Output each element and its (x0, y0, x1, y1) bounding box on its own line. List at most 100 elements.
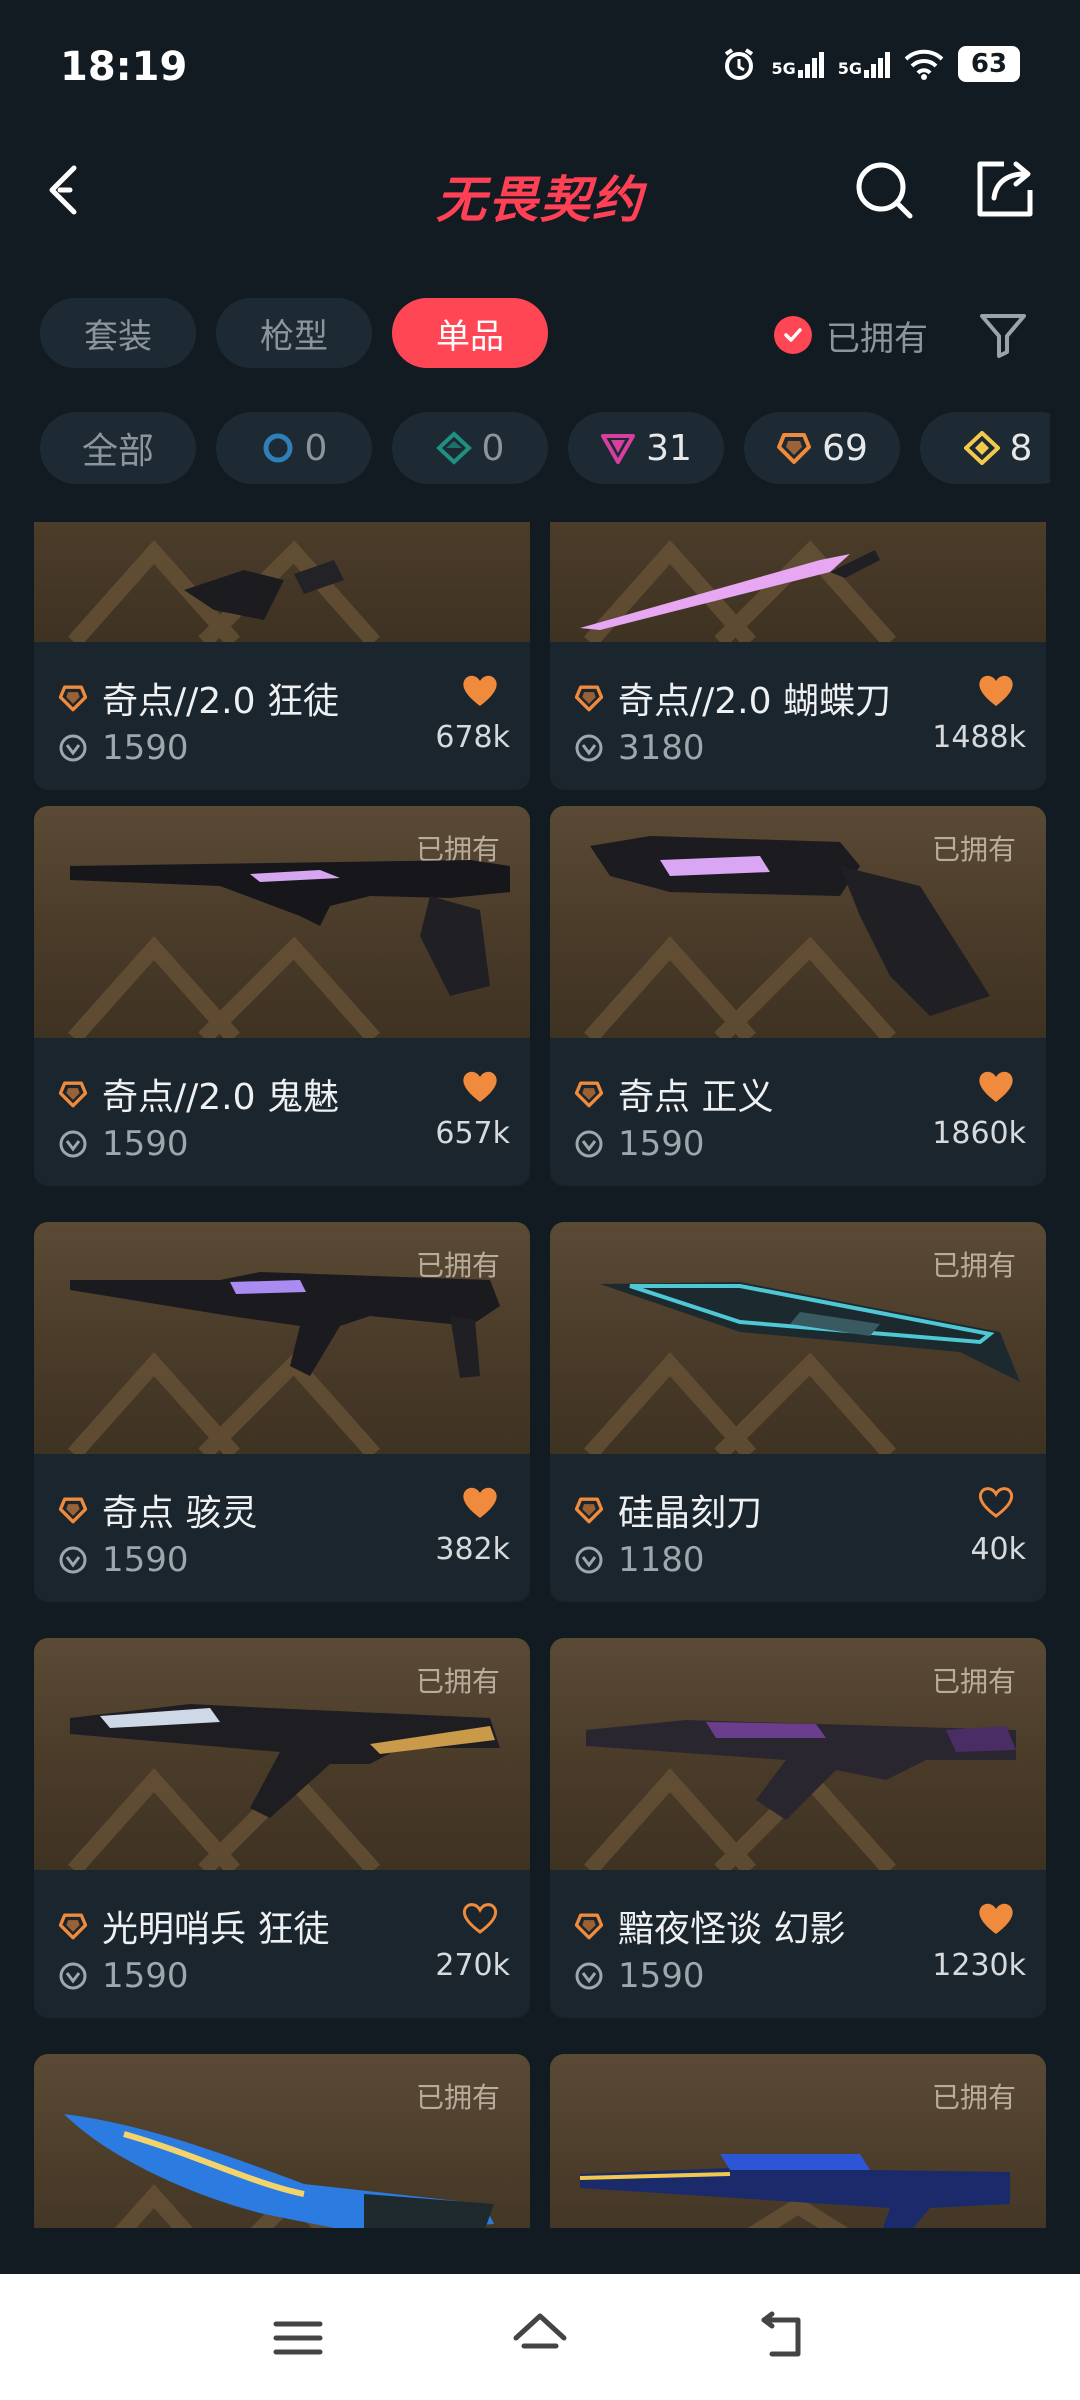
item-image: 已拥有 (550, 806, 1046, 1038)
item-card[interactable]: 奇点//2.0 蝴蝶刀 3180 1488k (550, 522, 1046, 790)
like-count: 657k (435, 1116, 510, 1151)
chip-count: 8 (1009, 427, 1033, 469)
vp-currency-icon (59, 1962, 87, 1990)
item-image (550, 522, 1046, 642)
vp-currency-icon (575, 1962, 603, 1990)
chip-exclusive-tier[interactable]: 69 (744, 412, 900, 484)
item-card[interactable]: 已拥有 奇点//2.0 鬼魅 1590 657k (34, 806, 530, 1186)
heart-filled-icon[interactable] (460, 1068, 500, 1104)
menu-icon[interactable] (268, 2308, 328, 2368)
home-icon[interactable] (510, 2308, 570, 2368)
item-price: 1590 (102, 1540, 189, 1580)
like-count: 678k (435, 720, 510, 755)
owned-filter-toggle[interactable]: 已拥有 (774, 305, 928, 365)
item-price: 1590 (618, 1956, 705, 1996)
premium-tier-icon (601, 434, 636, 464)
chip-deluxe-tier[interactable]: 0 (392, 412, 548, 484)
tab-weapon-types[interactable]: 枪型 (216, 298, 372, 368)
owned-filter-label: 已拥有 (826, 318, 928, 359)
vp-currency-icon (575, 734, 603, 762)
exclusive-tier-icon (58, 1497, 88, 1524)
checkmark-icon (774, 316, 812, 354)
item-price: 3180 (618, 728, 705, 768)
vp-currency-icon (59, 1546, 87, 1574)
heart-filled-icon[interactable] (976, 1068, 1016, 1104)
filter-icon[interactable] (976, 308, 1030, 362)
item-price: 1180 (618, 1540, 705, 1580)
wifi-icon (904, 48, 944, 80)
tab-single-items[interactable]: 单品 (392, 298, 548, 368)
like-count: 1860k (932, 1116, 1026, 1151)
heart-filled-icon[interactable] (976, 1900, 1016, 1936)
heart-outline-icon[interactable] (460, 1900, 500, 1936)
item-name: 奇点 骇灵 (102, 1493, 258, 1534)
chip-count: 31 (646, 427, 692, 469)
vp-currency-icon (59, 734, 87, 762)
chip-count: 0 (481, 427, 505, 469)
item-image: 已拥有 (34, 2054, 530, 2228)
like-count: 1488k (932, 720, 1026, 755)
item-image: 已拥有 (34, 1638, 530, 1870)
exclusive-tier-icon (574, 1913, 604, 1940)
back-nav-icon[interactable] (752, 2308, 812, 2368)
like-count: 382k (435, 1532, 510, 1567)
exclusive-tier-icon (777, 433, 812, 464)
chip-count: 0 (304, 427, 328, 469)
item-price: 1590 (102, 728, 189, 768)
item-image: 已拥有 (34, 806, 530, 1038)
chip-all[interactable]: 全部 (40, 412, 196, 484)
exclusive-tier-icon (574, 1497, 604, 1524)
item-name: 光明哨兵 狂徒 (102, 1909, 330, 1950)
ultra-tier-icon (963, 431, 1000, 465)
exclusive-tier-icon (58, 1081, 88, 1108)
item-card[interactable]: 已拥有 奇点 骇灵 1590 382k (34, 1222, 530, 1602)
page-title: 无畏契约 (436, 171, 644, 229)
item-image: 已拥有 (550, 1222, 1046, 1454)
item-card[interactable]: 已拥有 奇点 正义 1590 1860k (550, 806, 1046, 1186)
item-name: 奇点//2.0 狂徒 (102, 681, 339, 722)
chip-count: 69 (822, 427, 868, 469)
chip-select-tier[interactable]: 0 (216, 412, 372, 484)
rarity-filter-bar: 全部 0 0 31 69 8 (40, 412, 1050, 484)
exclusive-tier-icon (58, 1913, 88, 1940)
category-tabs: 套装 枪型 单品 (40, 298, 548, 368)
item-card[interactable]: 已拥有 (550, 2054, 1046, 2228)
heart-outline-icon[interactable] (976, 1484, 1016, 1520)
search-icon[interactable] (852, 158, 916, 222)
like-count: 40k (970, 1532, 1026, 1567)
item-card[interactable]: 已拥有 黯夜怪谈 幻影 1590 1230k (550, 1638, 1046, 2018)
item-name: 奇点 正义 (618, 1077, 774, 1118)
chip-all-label: 全部 (81, 431, 154, 472)
alarm-icon (721, 46, 757, 82)
heart-filled-icon[interactable] (976, 672, 1016, 708)
chip-premium-tier[interactable]: 31 (568, 412, 724, 484)
chip-ultra-tier[interactable]: 8 (920, 412, 1050, 484)
tab-bundles[interactable]: 套装 (40, 298, 196, 368)
exclusive-tier-icon (574, 685, 604, 712)
battery-indicator: 63 (958, 46, 1020, 82)
item-price: 1590 (618, 1124, 705, 1164)
deluxe-tier-icon (435, 431, 472, 465)
like-count: 1230k (932, 1948, 1026, 1983)
heart-filled-icon[interactable] (460, 1484, 500, 1520)
item-card[interactable]: 已拥有 硅晶刻刀 1180 40k (550, 1222, 1046, 1602)
signal-5g-icon: 5G (771, 50, 824, 78)
item-card[interactable]: 奇点//2.0 狂徒 1590 678k (34, 522, 530, 790)
item-price: 1590 (102, 1124, 189, 1164)
vp-currency-icon (59, 1130, 87, 1158)
status-icons: 5G 5G 63 (721, 46, 1020, 82)
item-image: 已拥有 (34, 1222, 530, 1454)
heart-filled-icon[interactable] (460, 672, 500, 708)
item-grid: 奇点//2.0 狂徒 1590 678k 奇点//2.0 蝴蝶刀 3180 14… (34, 522, 1046, 2228)
like-count: 270k (435, 1948, 510, 1983)
system-nav-bar (0, 2274, 1080, 2400)
app-header: 无畏契约 (0, 140, 1080, 240)
share-icon[interactable] (972, 156, 1038, 222)
item-card[interactable]: 已拥有 (34, 2054, 530, 2228)
item-image: 已拥有 (550, 1638, 1046, 1870)
exclusive-tier-icon (574, 1081, 604, 1108)
item-image: 已拥有 (550, 2054, 1046, 2228)
item-name: 黯夜怪谈 幻影 (618, 1909, 846, 1950)
item-card[interactable]: 已拥有 光明哨兵 狂徒 1590 270k (34, 1638, 530, 2018)
vp-currency-icon (575, 1130, 603, 1158)
